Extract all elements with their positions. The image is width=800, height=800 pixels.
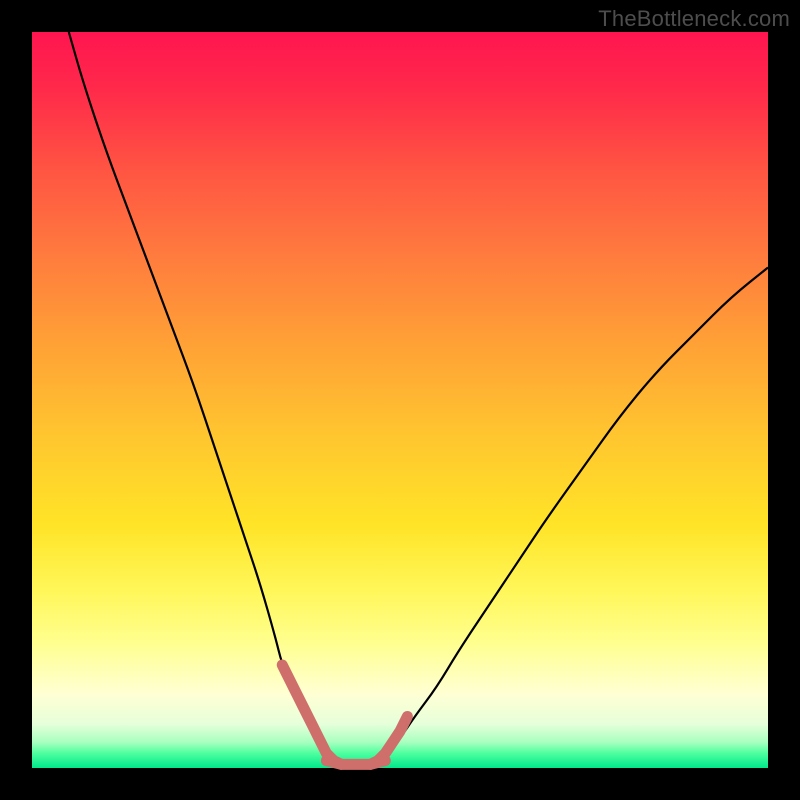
curve-layer (32, 32, 768, 768)
watermark-text: TheBottleneck.com (598, 6, 790, 32)
series-valley-highlight-left (282, 665, 341, 764)
series-valley-highlight-right (371, 716, 408, 764)
series-right-curve (385, 268, 768, 754)
series-left-curve (69, 32, 327, 753)
plot-area (32, 32, 768, 768)
chart-frame: TheBottleneck.com (0, 0, 800, 800)
series-group (69, 32, 768, 764)
